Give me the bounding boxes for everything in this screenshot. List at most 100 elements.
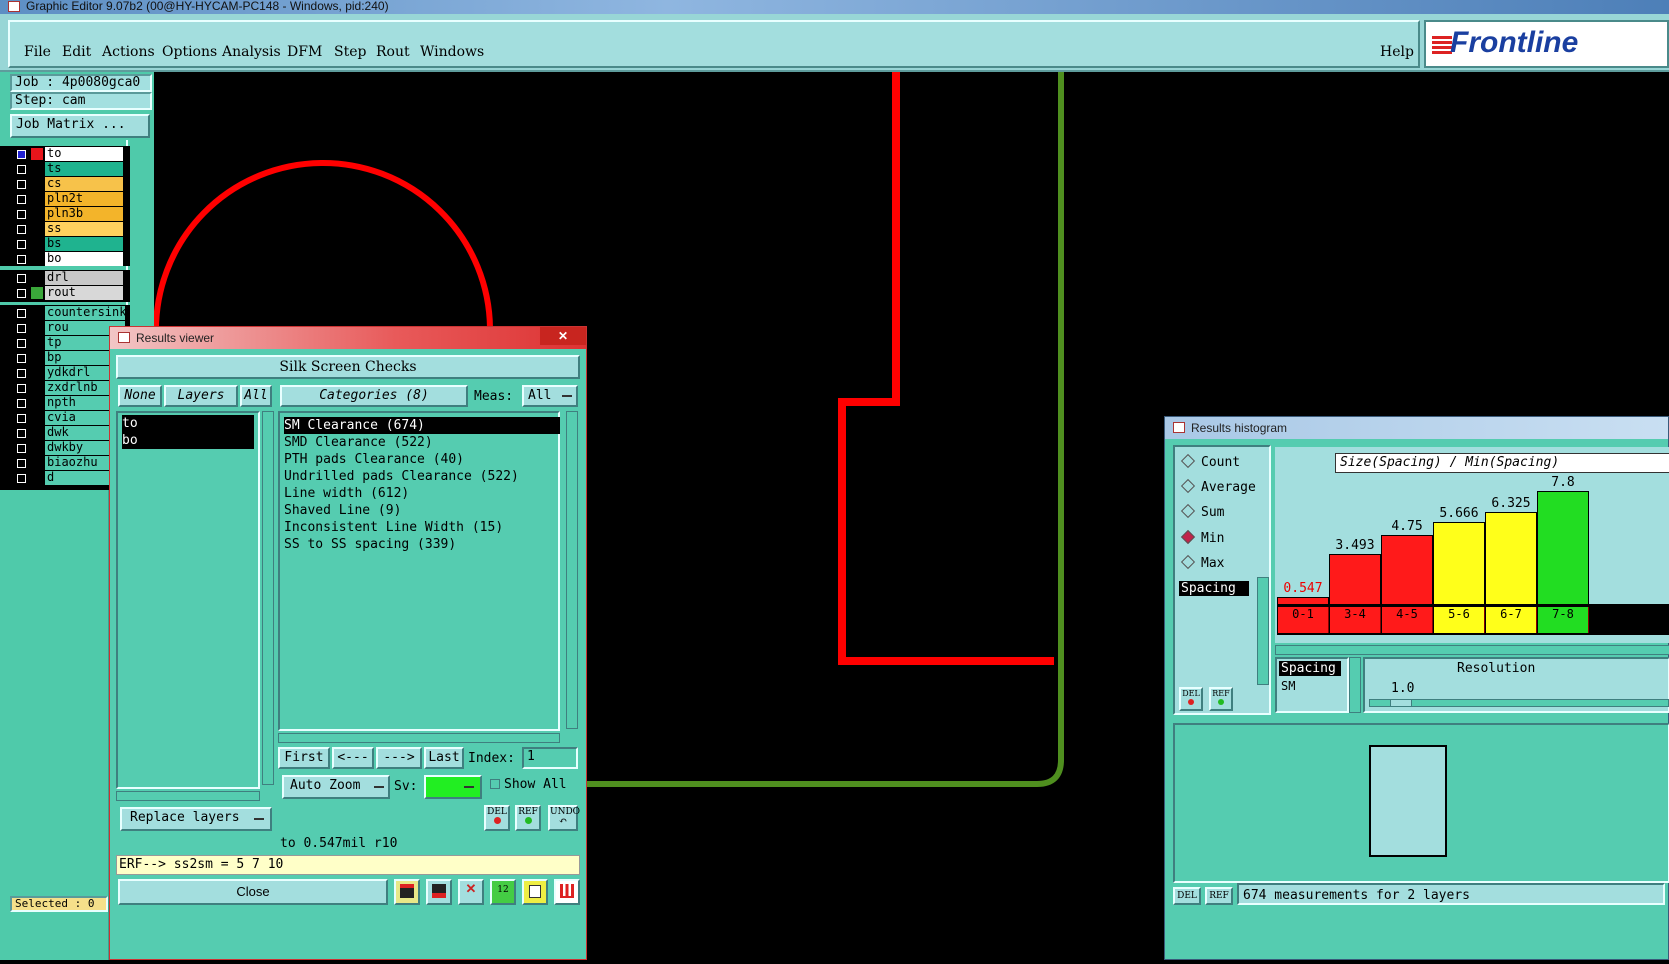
layer-row-pln3b[interactable]: pln3b [14,207,124,221]
layer-name[interactable]: pln3b [45,207,123,221]
layer-color-swatch[interactable] [31,238,43,250]
histogram-bar[interactable] [1485,512,1537,605]
close-button[interactable]: Close [118,879,388,905]
layer-color-swatch[interactable] [31,287,43,299]
layer-checkbox[interactable] [17,180,26,189]
list-item[interactable]: SM [1281,679,1295,693]
list-item[interactable]: Spacing [1179,581,1249,596]
layer-checkbox[interactable] [17,225,26,234]
index-input[interactable]: 1 [522,747,578,769]
layer-row-ydkdrl[interactable]: ydkdrl [14,366,125,380]
menu-analysis[interactable]: Analysis [222,44,281,60]
layer-name[interactable]: ss [45,222,123,236]
show-all-checkbox[interactable] [490,779,500,789]
layer-row-zxdrlnb[interactable]: zxdrlnb [14,381,125,395]
delete-ref-icon[interactable]: ✕ [458,879,484,905]
hist-ref-button[interactable]: REF [1209,687,1233,711]
layer-name[interactable]: bo [45,252,123,266]
categories-scrollbar[interactable] [566,411,578,729]
layer-row-bs[interactable]: bs [14,237,124,251]
layer-name[interactable]: cs [45,177,123,191]
menu-edit[interactable]: Edit [62,44,91,60]
layer-color-swatch[interactable] [31,148,43,160]
layer-checkbox[interactable] [17,354,26,363]
layer-list-scrollbar[interactable] [262,411,274,785]
layer-row-dwkby[interactable]: dwkby [14,441,125,455]
layer-row-bo[interactable]: bo [14,252,124,266]
hist-del-button[interactable]: DEL [1179,687,1203,711]
layers-button[interactable]: Layers [164,385,238,407]
mode-min[interactable]: Min [1180,529,1224,546]
layer-row-ts[interactable]: ts [14,162,124,176]
number-icon[interactable]: 12 [490,879,516,905]
auto-zoom-select[interactable]: Auto Zoom [282,775,390,799]
categories-hscrollbar[interactable] [278,733,560,743]
preview-del-button[interactable]: DEL [1173,887,1201,905]
layer-row-dwk[interactable]: dwk [14,426,125,440]
layer-row-to[interactable]: to [14,147,124,161]
layer-checkbox[interactable] [17,165,26,174]
menu-rout[interactable]: Rout [376,44,410,60]
categories-list[interactable]: SM Clearance (674) SMD Clearance (522) P… [278,411,560,731]
menu-windows[interactable]: Windows [420,44,484,60]
first-button[interactable]: First [278,747,330,769]
layer-row-pln2t[interactable]: pln2t [14,192,124,206]
category-item[interactable]: SM Clearance (674) [284,417,560,434]
histogram-bar[interactable] [1537,491,1589,605]
layer-color-swatch[interactable] [31,223,43,235]
board-preview[interactable] [1369,745,1447,857]
layer-checkbox[interactable] [17,399,26,408]
category-item[interactable]: Shaved Line (9) [284,502,401,519]
menu-dfm[interactable]: DFM [287,44,322,60]
layer-row-drl[interactable]: drl [14,271,124,285]
histogram-icon[interactable] [554,879,580,905]
layer-row-ss[interactable]: ss [14,222,124,236]
report-icon[interactable] [394,879,420,905]
last-button[interactable]: Last [424,747,464,769]
layer-checkbox[interactable] [17,289,26,298]
none-button[interactable]: None [118,385,162,407]
slider-handle[interactable] [1390,699,1412,707]
layer-row-npth[interactable]: npth [14,396,125,410]
layer-row-countersink[interactable]: countersink [14,306,126,320]
layer-name[interactable]: pln2t [45,192,123,206]
mode-sum[interactable]: Sum [1180,503,1224,520]
layer-name[interactable]: countersink [45,306,126,320]
category-item[interactable]: SS to SS spacing (339) [284,536,456,553]
layer-color-swatch[interactable] [31,193,43,205]
layer-row-cs[interactable]: cs [14,177,124,191]
layer-color-swatch[interactable] [31,272,43,284]
mode-average[interactable]: Average [1180,478,1256,495]
menu-step[interactable]: Step [334,44,366,60]
mode-list-scrollbar[interactable] [1257,577,1269,685]
layer-checkbox[interactable] [17,384,26,393]
del-button[interactable]: DEL [484,805,510,831]
meas-select[interactable]: All [522,385,578,407]
spacing-list[interactable]: Spacing SM [1275,657,1349,713]
layer-row-biaozhu[interactable]: biaozhu [14,456,125,470]
layer-checkbox[interactable] [17,444,26,453]
category-item[interactable]: Line width (612) [284,485,409,502]
layer-list[interactable]: to bo [116,411,260,789]
chart-icon[interactable] [426,879,452,905]
mode-count[interactable]: Count [1180,453,1240,470]
list-item[interactable]: Spacing [1279,661,1341,676]
layer-checkbox[interactable] [17,369,26,378]
category-item[interactable]: Inconsistent Line Width (15) [284,519,503,536]
close-icon[interactable]: ✕ [540,327,586,345]
undo-button[interactable]: UNDO ↶ [548,805,580,831]
layer-name[interactable]: ts [45,162,123,176]
layer-color-swatch[interactable] [31,208,43,220]
layer-list-hscrollbar[interactable] [116,791,260,801]
layer-checkbox[interactable] [17,474,26,483]
replace-layers-select[interactable]: Replace layers [120,807,272,831]
bin-label[interactable]: 0-1 [1278,607,1329,633]
layer-name[interactable]: rout [45,286,123,300]
resolution-slider[interactable] [1369,699,1669,707]
layer-checkbox[interactable] [17,309,26,318]
layer-checkbox[interactable] [17,459,26,468]
layer-checkbox[interactable] [17,210,26,219]
categories-button[interactable]: Categories (8) [280,385,468,407]
layer-checkbox[interactable] [17,414,26,423]
bin-label[interactable]: 4-5 [1382,607,1433,633]
